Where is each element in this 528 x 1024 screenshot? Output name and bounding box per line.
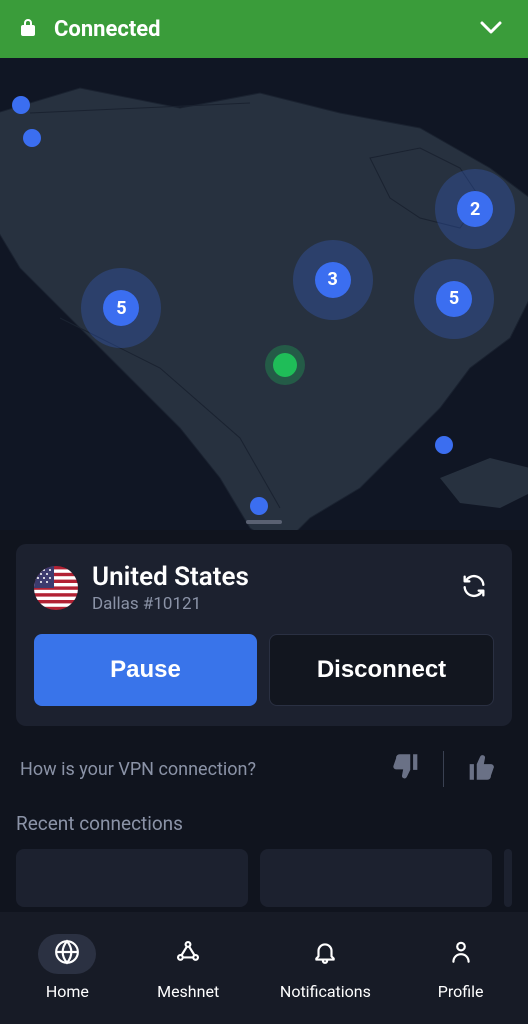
map-marker[interactable]: 5 [103, 290, 139, 326]
nav-notifications[interactable]: Notifications [280, 934, 371, 1001]
chevron-down-icon[interactable] [480, 20, 502, 39]
map-marker[interactable] [23, 129, 41, 147]
bottom-nav: Home Meshnet Notifications Profile [0, 912, 528, 1024]
profile-icon [448, 939, 474, 969]
recent-title: Recent connections [16, 812, 512, 835]
nav-label: Home [46, 982, 89, 1001]
map-marker[interactable]: 5 [436, 281, 472, 317]
connection-card: United States Dallas #10121 Pause Discon… [16, 544, 512, 726]
recent-connections: Recent connections [16, 812, 512, 907]
map-marker[interactable] [12, 96, 30, 114]
thumbs-down-button[interactable] [379, 746, 433, 792]
nav-profile[interactable]: Profile [432, 934, 490, 1001]
globe-icon [54, 939, 80, 969]
refresh-button[interactable] [454, 566, 494, 610]
pause-button[interactable]: Pause [34, 634, 257, 706]
status-label: Connected [54, 17, 161, 42]
feedback-divider [443, 751, 444, 787]
recent-item[interactable] [504, 849, 512, 907]
us-flag-icon [34, 566, 78, 610]
map-marker[interactable] [435, 436, 453, 454]
disconnect-button[interactable]: Disconnect [269, 634, 494, 706]
status-bar[interactable]: Connected [0, 0, 528, 58]
feedback-row: How is your VPN connection? [16, 746, 512, 792]
nav-label: Notifications [280, 982, 371, 1001]
recent-item[interactable] [16, 849, 248, 907]
drag-handle[interactable] [246, 520, 282, 524]
nav-home[interactable]: Home [38, 934, 96, 1001]
nav-meshnet[interactable]: Meshnet [157, 934, 219, 1001]
bell-icon [312, 939, 338, 969]
lock-icon [20, 17, 36, 41]
meshnet-icon [175, 939, 201, 969]
nav-label: Meshnet [157, 982, 219, 1001]
map-marker[interactable]: 3 [315, 262, 351, 298]
recent-item[interactable] [260, 849, 492, 907]
server-name: Dallas #10121 [92, 594, 440, 614]
current-location-marker[interactable] [273, 353, 297, 377]
map-marker[interactable]: 2 [457, 191, 493, 227]
nav-label: Profile [438, 982, 484, 1001]
map[interactable]: 5 3 5 2 [0, 58, 528, 530]
thumbs-up-button[interactable] [454, 746, 508, 792]
country-name: United States [92, 562, 440, 592]
map-marker[interactable] [250, 497, 268, 515]
feedback-question: How is your VPN connection? [20, 759, 379, 780]
